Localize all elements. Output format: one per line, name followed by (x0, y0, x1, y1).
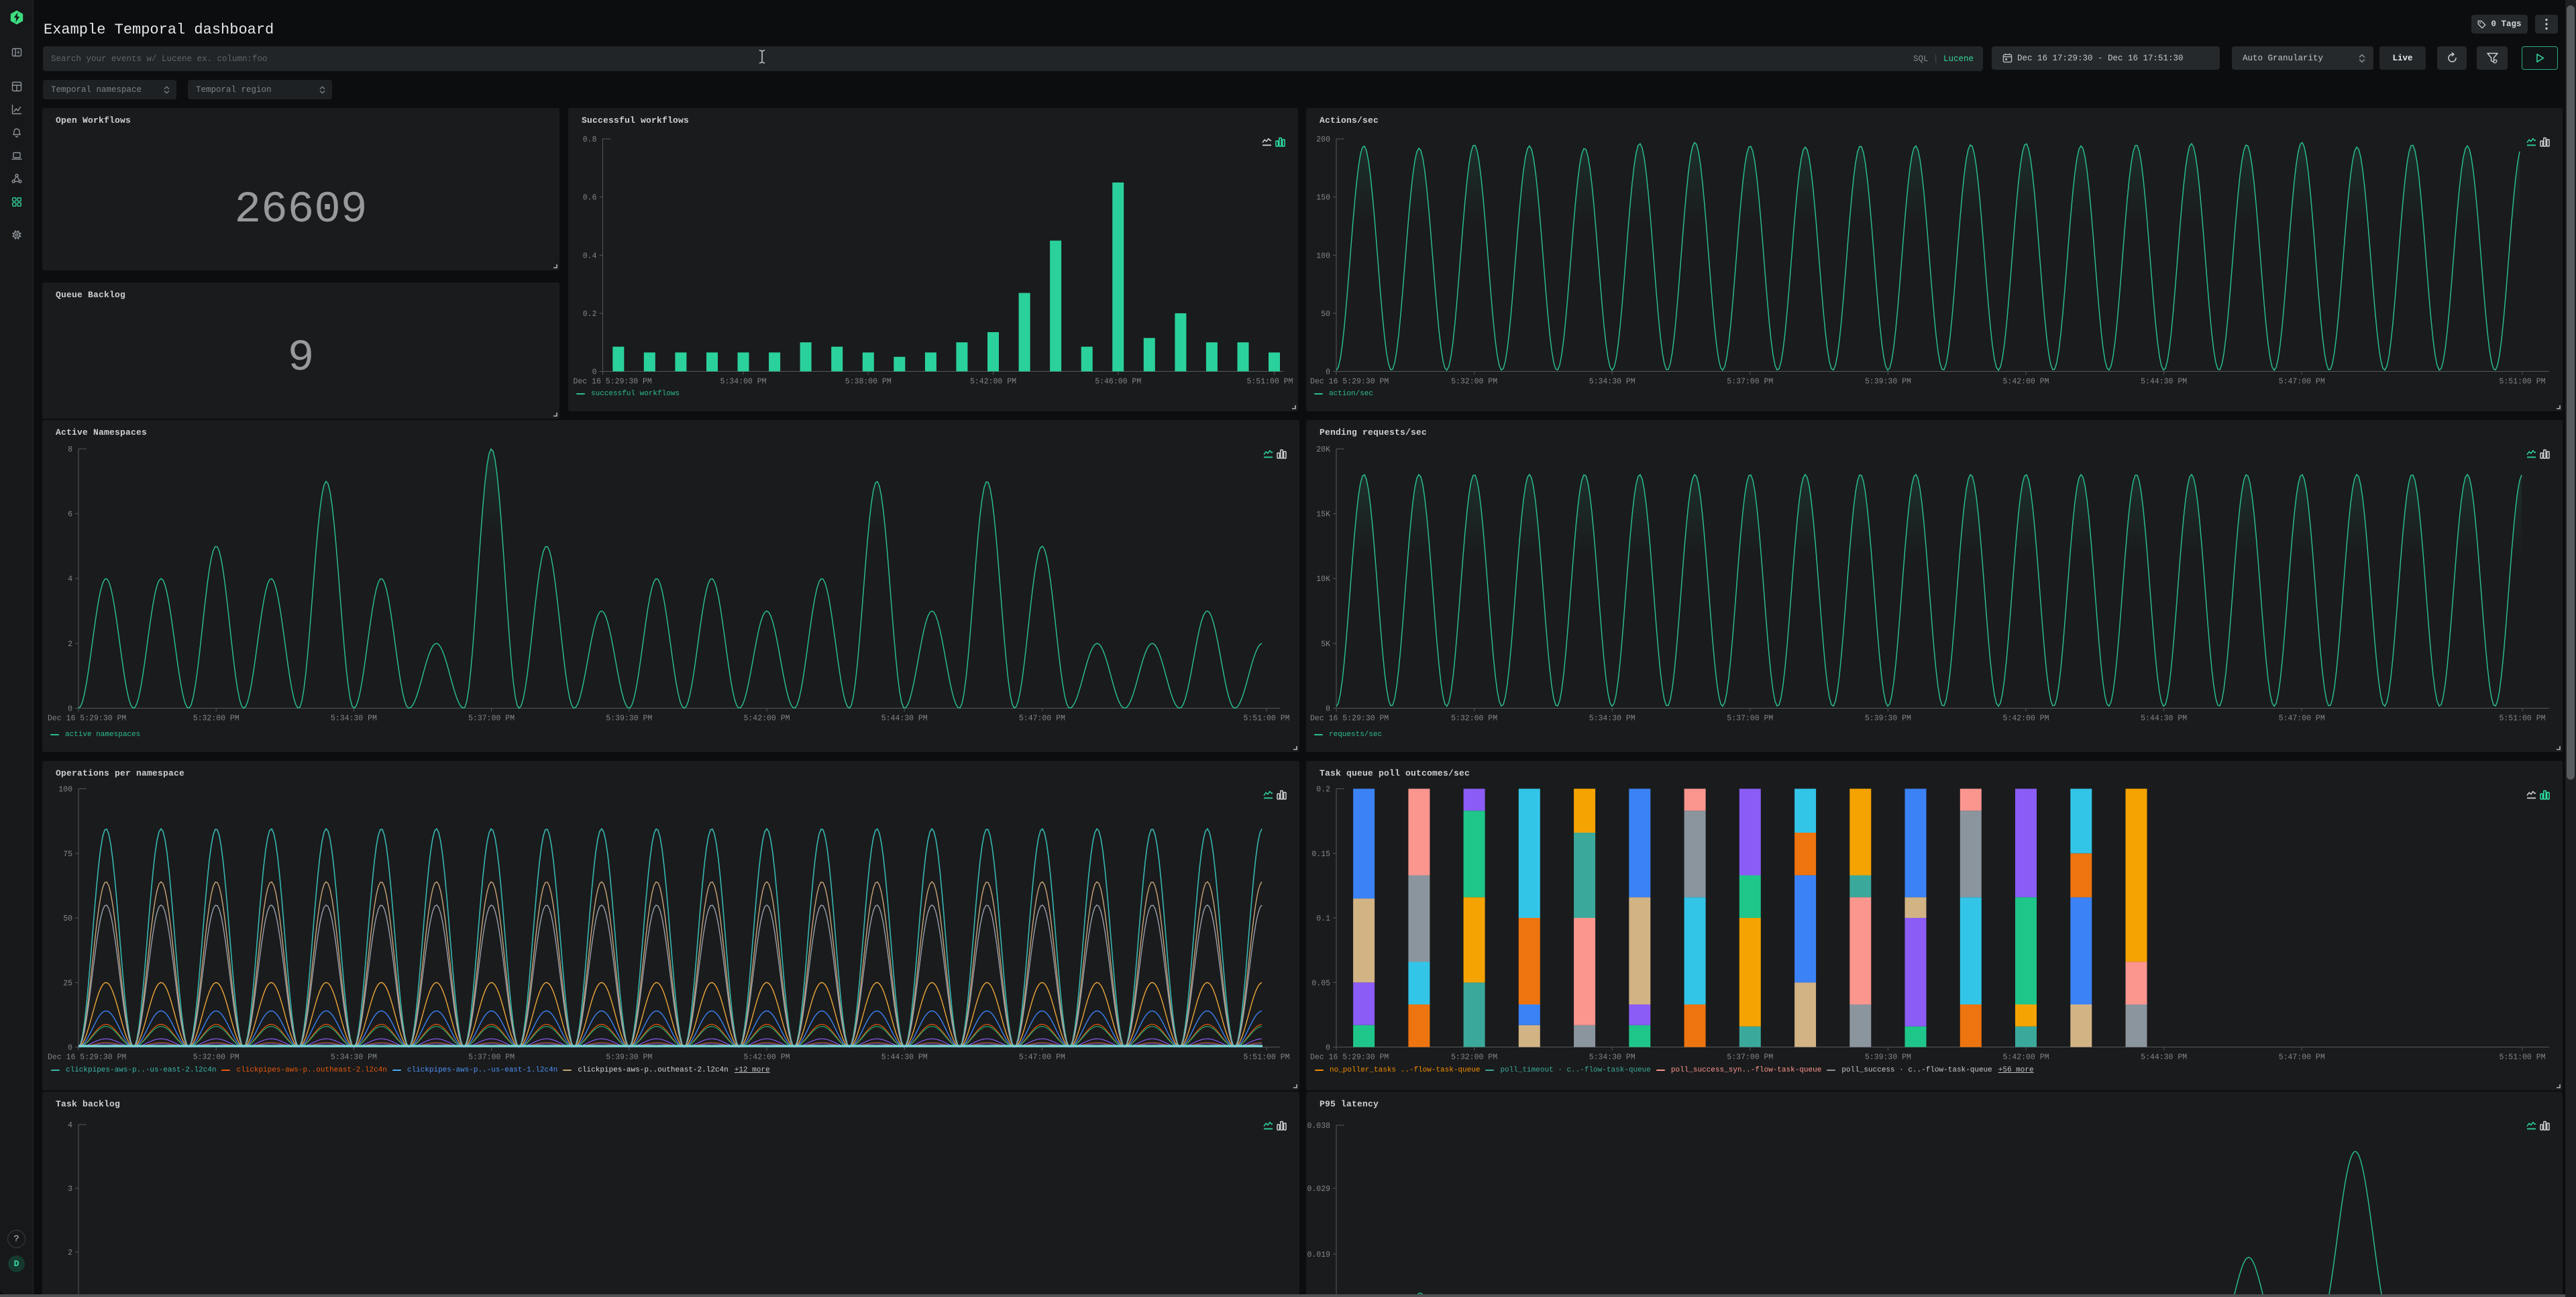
svg-text:0.15: 0.15 (1311, 850, 1330, 859)
svg-text:0: 0 (1326, 1044, 1330, 1053)
svg-text:Dec 16 5:29:30 PM: Dec 16 5:29:30 PM (1310, 1053, 1389, 1062)
svg-text:0.6: 0.6 (583, 194, 597, 203)
svg-text:5:51:00 PM: 5:51:00 PM (1246, 378, 1293, 386)
svg-text:5:51:00 PM: 5:51:00 PM (1243, 1053, 1289, 1062)
svg-text:5:39:30 PM: 5:39:30 PM (1865, 715, 1911, 723)
svg-text:8: 8 (68, 446, 72, 454)
svg-text:5:42:00 PM: 5:42:00 PM (2003, 715, 2049, 723)
svg-text:15K: 15K (1316, 511, 1330, 519)
svg-text:0.1: 0.1 (1316, 915, 1330, 923)
svg-text:Dec 16 5:29:30 PM: Dec 16 5:29:30 PM (574, 378, 652, 386)
svg-text:5:47:00 PM: 5:47:00 PM (1019, 715, 1065, 723)
svg-text:5:51:00 PM: 5:51:00 PM (2499, 1053, 2545, 1062)
svg-text:5:39:30 PM: 5:39:30 PM (606, 1053, 652, 1062)
svg-text:5:42:00 PM: 5:42:00 PM (970, 378, 1016, 386)
svg-text:100: 100 (1316, 252, 1330, 260)
svg-text:5:44:30 PM: 5:44:30 PM (881, 1053, 928, 1062)
svg-text:5K: 5K (1321, 640, 1330, 649)
svg-text:0: 0 (1326, 705, 1330, 714)
svg-text:0.2: 0.2 (1316, 786, 1330, 794)
svg-text:Dec 16 5:29:30 PM: Dec 16 5:29:30 PM (48, 715, 126, 723)
svg-text:5:44:30 PM: 5:44:30 PM (2141, 378, 2187, 386)
svg-text:5:34:30 PM: 5:34:30 PM (1589, 378, 1635, 386)
svg-text:5:34:30 PM: 5:34:30 PM (331, 715, 377, 723)
svg-text:5:34:00 PM: 5:34:00 PM (720, 378, 767, 386)
svg-text:5:34:30 PM: 5:34:30 PM (331, 1053, 377, 1062)
svg-text:5:44:30 PM: 5:44:30 PM (2141, 715, 2187, 723)
svg-text:5:37:00 PM: 5:37:00 PM (468, 715, 515, 723)
svg-text:3: 3 (68, 1185, 72, 1194)
svg-text:5:37:00 PM: 5:37:00 PM (468, 1053, 515, 1062)
svg-text:10K: 10K (1316, 575, 1330, 584)
svg-text:6: 6 (68, 511, 72, 519)
svg-text:5:47:00 PM: 5:47:00 PM (2279, 378, 2325, 386)
svg-text:0.05: 0.05 (1311, 979, 1330, 988)
svg-text:5:46:00 PM: 5:46:00 PM (1095, 378, 1141, 386)
svg-text:5:42:00 PM: 5:42:00 PM (743, 715, 790, 723)
svg-text:0: 0 (592, 368, 597, 377)
svg-text:2: 2 (68, 640, 72, 649)
svg-text:0.019: 0.019 (1307, 1251, 1330, 1259)
svg-text:5:47:00 PM: 5:47:00 PM (1019, 1053, 1065, 1062)
svg-text:5:37:00 PM: 5:37:00 PM (1727, 1053, 1773, 1062)
svg-text:20K: 20K (1316, 446, 1330, 454)
svg-text:5:44:30 PM: 5:44:30 PM (2141, 1053, 2187, 1062)
svg-text:5:47:00 PM: 5:47:00 PM (2279, 1053, 2325, 1062)
svg-text:5:51:00 PM: 5:51:00 PM (2499, 715, 2545, 723)
svg-text:0: 0 (68, 705, 72, 714)
svg-text:5:32:00 PM: 5:32:00 PM (193, 1053, 239, 1062)
svg-text:0.2: 0.2 (583, 310, 597, 319)
svg-text:5:38:00 PM: 5:38:00 PM (845, 378, 892, 386)
svg-text:0.4: 0.4 (583, 252, 597, 260)
svg-text:5:47:00 PM: 5:47:00 PM (2279, 715, 2325, 723)
svg-text:150: 150 (1316, 194, 1330, 203)
svg-text:2: 2 (68, 1249, 72, 1257)
svg-text:0: 0 (68, 1044, 72, 1053)
svg-text:5:32:00 PM: 5:32:00 PM (1451, 715, 1497, 723)
svg-text:0.038: 0.038 (1307, 1122, 1330, 1131)
svg-text:5:42:00 PM: 5:42:00 PM (743, 1053, 790, 1062)
svg-text:5:37:00 PM: 5:37:00 PM (1727, 715, 1773, 723)
svg-text:4: 4 (68, 1121, 72, 1130)
svg-text:0.8: 0.8 (583, 136, 597, 144)
svg-text:5:32:00 PM: 5:32:00 PM (1451, 378, 1497, 386)
svg-text:5:39:30 PM: 5:39:30 PM (606, 715, 652, 723)
svg-text:5:42:00 PM: 5:42:00 PM (2003, 378, 2049, 386)
svg-text:0: 0 (1326, 368, 1330, 377)
svg-text:5:44:30 PM: 5:44:30 PM (881, 715, 928, 723)
svg-text:Dec 16 5:29:30 PM: Dec 16 5:29:30 PM (48, 1053, 126, 1062)
svg-text:4: 4 (68, 575, 72, 584)
svg-text:5:42:00 PM: 5:42:00 PM (2003, 1053, 2049, 1062)
svg-text:5:32:00 PM: 5:32:00 PM (193, 715, 239, 723)
svg-text:50: 50 (1321, 310, 1330, 319)
svg-text:25: 25 (63, 979, 72, 988)
svg-text:5:34:30 PM: 5:34:30 PM (1589, 715, 1635, 723)
svg-text:5:51:00 PM: 5:51:00 PM (1243, 715, 1289, 723)
svg-text:5:37:00 PM: 5:37:00 PM (1727, 378, 1773, 386)
svg-text:50: 50 (63, 915, 72, 923)
svg-text:5:34:30 PM: 5:34:30 PM (1589, 1053, 1635, 1062)
svg-text:100: 100 (58, 786, 72, 794)
svg-text:Dec 16 5:29:30 PM: Dec 16 5:29:30 PM (1310, 378, 1389, 386)
svg-text:5:39:30 PM: 5:39:30 PM (1865, 378, 1911, 386)
svg-text:0.029: 0.029 (1307, 1185, 1330, 1194)
svg-text:5:32:00 PM: 5:32:00 PM (1451, 1053, 1497, 1062)
svg-text:Dec 16 5:29:30 PM: Dec 16 5:29:30 PM (1310, 715, 1389, 723)
svg-text:75: 75 (63, 850, 72, 859)
svg-text:5:39:30 PM: 5:39:30 PM (1865, 1053, 1911, 1062)
svg-text:5:51:00 PM: 5:51:00 PM (2499, 378, 2545, 386)
svg-text:200: 200 (1316, 136, 1330, 144)
